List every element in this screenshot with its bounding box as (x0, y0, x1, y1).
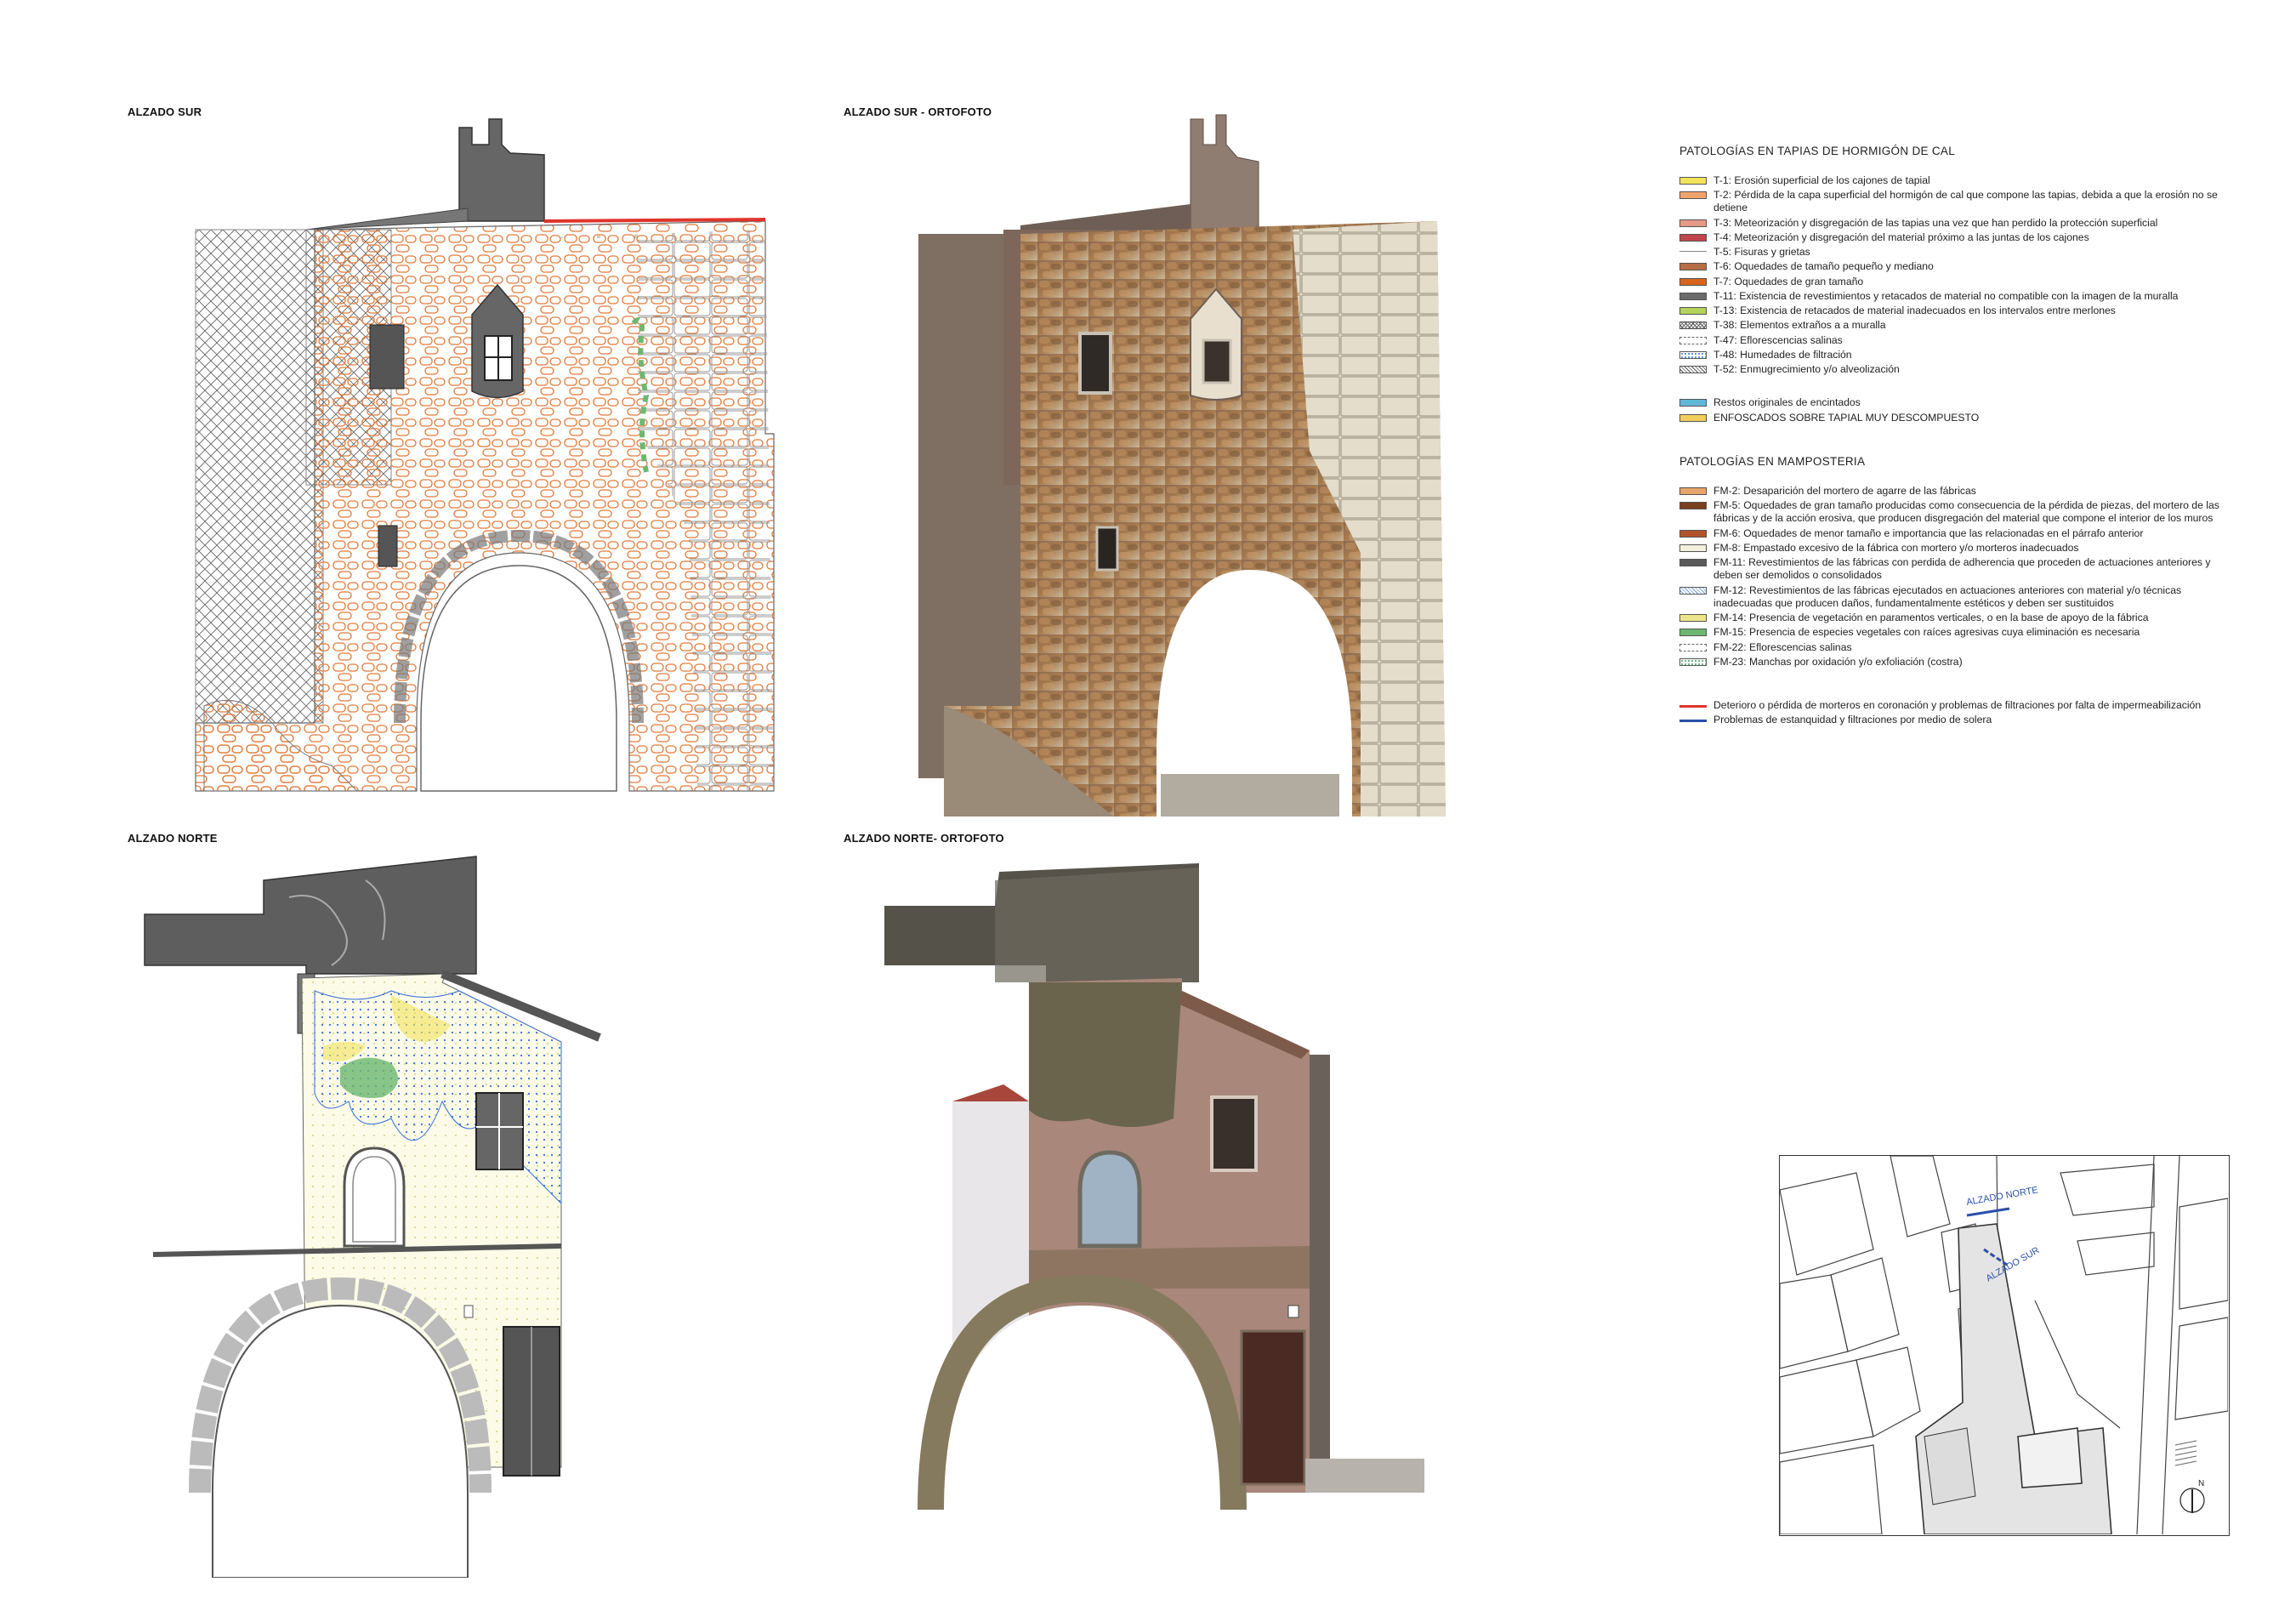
legend-title-mamposteria: PATOLOGÍAS EN MAMPOSTERIA (1679, 454, 1866, 468)
south-elevation-drawing (195, 118, 775, 792)
map-label-north: ALZADO NORTE (1965, 1185, 2038, 1208)
north-orthophoto (884, 863, 1424, 1578)
north-crown (144, 856, 477, 975)
legend-item-enfoscados: ENFOSCADOS SOBRE TAPIAL MUY DESCOMPUESTO (1679, 412, 2232, 424)
legend-item-t5: T-5: Fisuras y grietas (1679, 246, 2232, 259)
legend-item-encintados: Restos originales de encintados (1679, 396, 2232, 409)
legend-item-fm15: FM-15: Presencia de especies vegetales c… (1679, 626, 2232, 639)
north-green-patch (340, 1057, 398, 1098)
location-map-svg: ALZADO NORTE ALZADO SUR N (1779, 1155, 2229, 1535)
legend-item-fm14: FM-14: Presencia de vegetación en parame… (1679, 612, 2232, 624)
legend-item-fm11: FM-11: Revestimientos de las fábricas co… (1679, 556, 2232, 583)
legend-tapias-list: T-1: Erosión superficial de los cajones … (1679, 174, 2232, 377)
legend-item-fm12: FM-12: Revestimientos de las fábricas ej… (1679, 584, 2232, 611)
legend-item-t7: T-7: Oquedades de gran tamaño (1679, 276, 2232, 288)
legend-item-t38: T-38: Elementos extraños a a muralla (1679, 319, 2232, 332)
legend-line-red: Deterioro o pérdida de morteros en coron… (1679, 699, 2232, 712)
legend-item-t13: T-13: Existencia de retacados de materia… (1679, 304, 2232, 317)
north-arrow-icon: N (2179, 1479, 2205, 1513)
legend-item-t6: T-6: Oquedades de tamaño pequeño y media… (1679, 260, 2232, 273)
legend-item-t11: T-11: Existencia de revestimientos y ret… (1679, 290, 2232, 303)
legend-item-t52: T-52: Enmugrecimiento y/o alveolización (1679, 363, 2232, 376)
legend-item-fm5: FM-5: Oquedades de gran tamaño producida… (1679, 499, 2232, 526)
north-elevation-drawing (144, 856, 601, 1578)
legend-item-fm23: FM-23: Manchas por oxidación y/o exfolia… (1679, 656, 2232, 669)
south-crown (458, 118, 545, 222)
legend-mamp-list: FM-2: Desaparición del mortero de agarre… (1679, 485, 2232, 669)
panel-title-north-photo: ALZADO NORTE- ORTOFOTO (844, 832, 1004, 845)
location-map: ALZADO NORTE ALZADO SUR N (1779, 1155, 2230, 1536)
legend-item-fm6: FM-6: Oquedades de menor tamaño e import… (1679, 527, 2232, 540)
legend-item-t2: T-2: Pérdida de la capa superficial del … (1679, 189, 2232, 215)
legend-item-fm8: FM-8: Empastado excesivo de la fábrica c… (1679, 542, 2232, 555)
north-photo-door (1240, 1329, 1306, 1486)
south-orthophoto (918, 114, 1446, 817)
legend-title-tapias: PATOLOGÍAS EN TAPIAS DE HORMIGÓN DE CAL (1679, 145, 1956, 157)
legend-item-t3: T-3: Meteorización y disgregación de las… (1679, 217, 2232, 230)
legend-item-t47: T-47: Eflorescencias salinas (1679, 334, 2232, 347)
legend-item-t1: T-1: Erosión superficial de los cajones … (1679, 174, 2232, 187)
legend-line-blue: Problemas de estanquidad y filtraciones … (1679, 714, 2232, 726)
south-window-small (378, 525, 398, 567)
south-window-left (369, 324, 405, 390)
legend-item-fm2: FM-2: Desaparición del mortero de agarre… (1679, 485, 2232, 498)
legend-item-t48: T-48: Humedades de filtración (1679, 349, 2232, 361)
legend-item-t4: T-4: Meteorización y disgregación del ma… (1679, 231, 2232, 244)
legend-item-fm22: FM-22: Eflorescencias salinas (1679, 641, 2232, 654)
legend: PATOLOGÍAS EN TAPIAS DE HORMIGÓN DE CAL … (1679, 145, 2232, 729)
north-arrow-label: N (2198, 1479, 2204, 1488)
panel-title-north: ALZADO NORTE (128, 832, 218, 845)
south-left-hatch (195, 229, 324, 724)
